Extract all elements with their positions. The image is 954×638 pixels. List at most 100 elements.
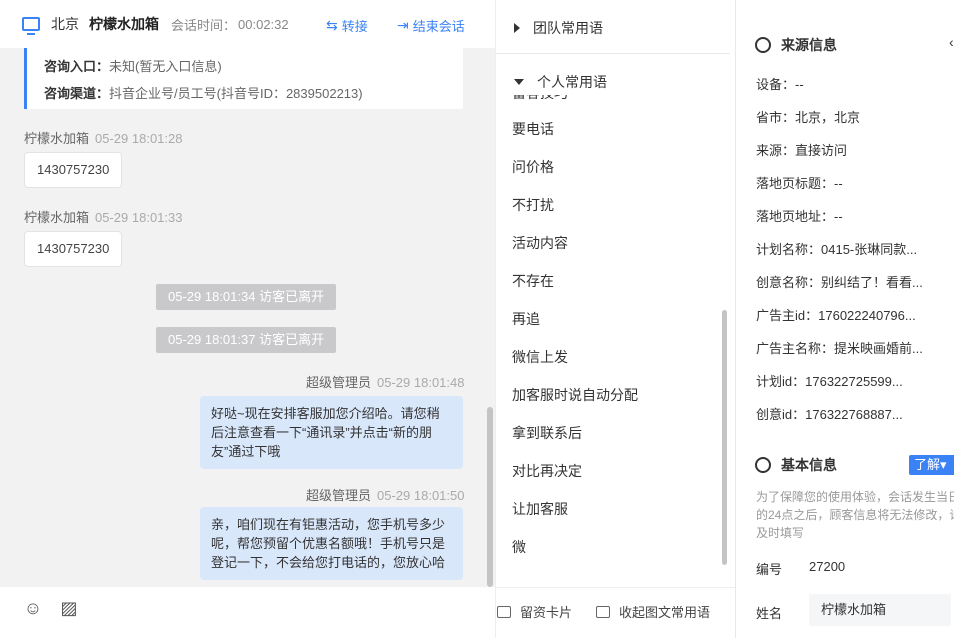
- row-value: --: [795, 77, 804, 92]
- source-row-advertiser-id: 广告主id：176022240796...: [756, 305, 916, 324]
- phrase-item[interactable]: 再追: [512, 309, 540, 329]
- basic-info-title: 基本信息: [755, 455, 837, 475]
- chat-panel: 北京 柠檬水加箱 会话时间： 00:02:32 ⇆ 转接 ⇥ 结束会话 咨询入口…: [0, 0, 495, 638]
- visitor-name: 柠檬水加箱: [89, 16, 159, 32]
- location-pin-icon: [755, 37, 771, 53]
- phrase-item[interactable]: 拿到联系后: [512, 423, 582, 443]
- phrase-item[interactable]: 不存在: [512, 271, 554, 291]
- monitor-icon: [22, 17, 40, 35]
- row-value: --: [834, 209, 843, 224]
- lead-card-label: 留资卡片: [520, 605, 573, 620]
- group-team-phrases[interactable]: 团队常用语: [514, 18, 603, 38]
- row-label: 计划名称：: [756, 242, 822, 257]
- visitor-message-bubble: 1430757230: [24, 231, 123, 267]
- phrase-item[interactable]: 要电话: [512, 119, 554, 139]
- phrase-item[interactable]: 加客服时说自动分配: [512, 385, 638, 405]
- message-meta: 超级管理员 05-29 18:01:48: [306, 372, 464, 391]
- transfer-icon: ⇆: [326, 17, 338, 33]
- collapse-phrases-button[interactable]: 收起图文常用语: [596, 602, 710, 621]
- chat-workspace: 北京 柠檬水加箱 会话时间： 00:02:32 ⇆ 转接 ⇥ 结束会话 咨询入口…: [0, 0, 954, 638]
- lead-card-button[interactable]: 留资卡片: [497, 602, 572, 621]
- phrase-item[interactable]: 对比再决定: [512, 461, 582, 481]
- source-row-plan-name: 计划名称：0415-张琳同款...: [756, 239, 917, 258]
- row-label: 创意名称：: [756, 275, 822, 290]
- message-time: 05-29 18:01:50: [377, 488, 465, 503]
- user-circle-icon: [755, 457, 771, 473]
- consult-channel-row: 咨询渠道：抖音企业号/员工号(抖音号ID：2839502213): [44, 80, 463, 107]
- row-label: 广告主名称：: [756, 341, 835, 356]
- transfer-button[interactable]: ⇆ 转接: [326, 16, 368, 35]
- basic-info-label: 基本信息: [781, 457, 837, 473]
- phrase-item[interactable]: 留客技巧: [512, 95, 568, 103]
- row-value: 0415-张琳同款...: [821, 242, 918, 257]
- group-personal-phrases[interactable]: 个人常用语: [514, 72, 607, 92]
- consult-info-card: 咨询入口：未知(暂无入口信息) 咨询渠道：抖音企业号/员工号(抖音号ID：283…: [24, 48, 463, 109]
- visitor-region: 北京: [51, 16, 79, 32]
- session-time: 00:02:32: [238, 16, 289, 32]
- learn-more-button[interactable]: 了解▾: [909, 455, 954, 475]
- phrase-list[interactable]: 留客技巧 要电话 问价格 不打扰 活动内容 不存在 再追 微信上发 加客服时说自…: [496, 95, 726, 565]
- source-row-creative-id: 创意id：176322768887...: [756, 404, 903, 423]
- row-value: 别纠结了！看看...: [821, 275, 923, 290]
- consult-entry-value: 未知(暂无入口信息): [109, 59, 222, 74]
- name-input[interactable]: 柠檬水加箱: [809, 594, 951, 626]
- row-label: 创意id：: [756, 407, 806, 422]
- row-value: --: [834, 176, 843, 191]
- row-value: 提米映画婚前...: [834, 341, 923, 356]
- name-label: 姓名: [756, 606, 783, 621]
- id-label: 编号: [756, 562, 783, 577]
- row-value: 176322725599...: [805, 374, 903, 389]
- consult-channel-value: 抖音企业号/员工号(抖音号ID：2839502213): [109, 86, 363, 101]
- consult-entry-row: 咨询入口：未知(暂无入口信息): [44, 53, 463, 80]
- message-list[interactable]: 柠檬水加箱 05-29 18:01:28 1430757230 柠檬水加箱 05-2…: [0, 109, 485, 587]
- smile-icon[interactable]: ☺: [23, 598, 43, 618]
- message-time: 05-29 18:01:33: [95, 210, 183, 225]
- basic-info-note: 为了保障您的使用体验，会话发生当日的24点之后，顾客信息将无法修改，请及时填写: [756, 490, 954, 540]
- chat-scrollbar[interactable]: [487, 407, 493, 587]
- divider: [496, 53, 730, 54]
- row-label: 广告主id：: [756, 308, 819, 323]
- caret-right-icon: [514, 23, 520, 33]
- group-personal-label: 个人常用语: [537, 74, 607, 90]
- phrase-scrollbar[interactable]: [722, 310, 727, 565]
- phrase-item[interactable]: 问价格: [512, 157, 554, 177]
- collapse-phrases-label: 收起图文常用语: [619, 605, 711, 620]
- row-label: 省市：: [756, 110, 796, 125]
- customer-info-panel: 来源信息 ‹ 设备：-- 省市：北京，北京 来源：直接访问 落地页标题：-- 落…: [735, 0, 954, 638]
- image-icon[interactable]: ▨: [59, 598, 79, 618]
- phrase-item[interactable]: 微信上发: [512, 347, 568, 367]
- group-team-label: 团队常用语: [533, 20, 603, 36]
- message-sender: 柠檬水加箱: [24, 131, 90, 146]
- phrase-item[interactable]: 活动内容: [512, 233, 568, 253]
- source-row-city: 省市：北京，北京: [756, 107, 860, 126]
- message-sender: 超级管理员: [306, 488, 372, 503]
- end-session-label: 结束会话: [412, 19, 465, 34]
- agent-message-bubble: 亲，咱们现在有钜惠活动，您手机号多少呢，帮您预留个优惠名额哦！手机号只是登记一下…: [200, 507, 463, 580]
- row-label: 设备：: [756, 77, 796, 92]
- consult-entry-label: 咨询入口：: [44, 59, 110, 74]
- consult-channel-label: 咨询渠道：: [44, 86, 110, 101]
- card-icon: [497, 605, 511, 618]
- phrase-item[interactable]: 让加客服: [512, 499, 568, 519]
- caret-down-icon: [514, 79, 524, 85]
- row-value: 176322768887...: [805, 407, 903, 422]
- source-row-landing-title: 落地页标题：--: [756, 173, 843, 192]
- exit-icon: ⇥: [397, 17, 409, 33]
- message-time: 05-29 18:01:28: [95, 131, 183, 146]
- phrase-item[interactable]: 微: [512, 537, 526, 557]
- collapse-arrow-icon[interactable]: ‹: [949, 34, 954, 50]
- end-session-button[interactable]: ⇥ 结束会话: [397, 16, 465, 35]
- source-row-plan-id: 计划id：176322725599...: [756, 371, 903, 390]
- quick-phrases-panel: 团队常用语 个人常用语 留客技巧 要电话 问价格 不打扰 活动内容 不存在 再追…: [495, 0, 735, 638]
- source-row-origin: 来源：直接访问: [756, 140, 847, 159]
- row-value: 176022240796...: [818, 308, 916, 323]
- source-info-label: 来源信息: [781, 37, 837, 53]
- message-sender: 超级管理员: [306, 375, 372, 390]
- transfer-label: 转接: [341, 19, 368, 34]
- message-meta: 柠檬水加箱 05-29 18:01:28: [24, 128, 182, 147]
- phrase-item[interactable]: 不打扰: [512, 195, 554, 215]
- row-label: 计划id：: [756, 374, 806, 389]
- system-notice: 05-29 18:01:37 访客已离开: [156, 327, 337, 353]
- row-value: 直接访问: [795, 143, 848, 158]
- row-label: 来源：: [756, 143, 796, 158]
